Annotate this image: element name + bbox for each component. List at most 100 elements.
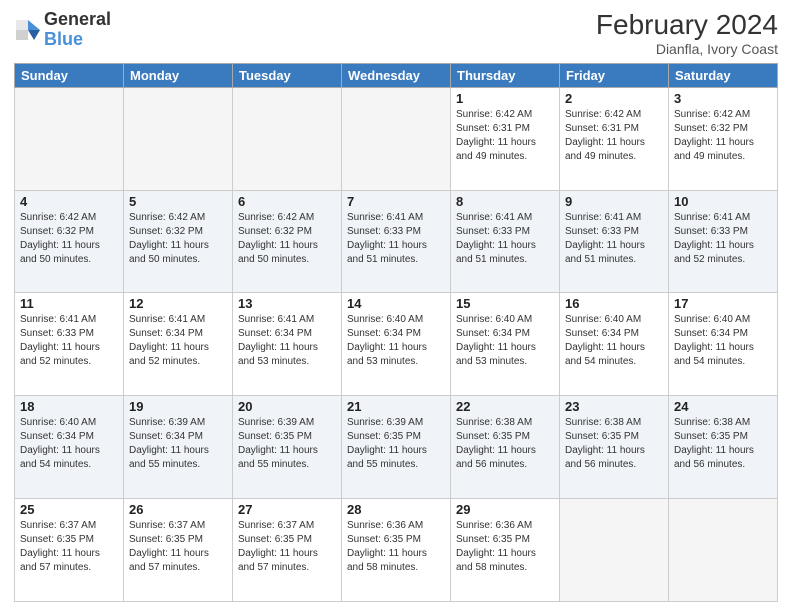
month-year-title: February 2024 — [596, 10, 778, 41]
day-number: 1 — [456, 91, 554, 106]
table-row: 25Sunrise: 6:37 AM Sunset: 6:35 PM Dayli… — [15, 499, 124, 602]
day-number: 14 — [347, 296, 445, 311]
table-row — [560, 499, 669, 602]
day-info: Sunrise: 6:39 AM Sunset: 6:35 PM Dayligh… — [347, 416, 445, 472]
table-row: 17Sunrise: 6:40 AM Sunset: 6:34 PM Dayli… — [669, 293, 778, 396]
day-info: Sunrise: 6:42 AM Sunset: 6:31 PM Dayligh… — [456, 108, 554, 164]
day-number: 13 — [238, 296, 336, 311]
day-number: 15 — [456, 296, 554, 311]
day-info: Sunrise: 6:39 AM Sunset: 6:35 PM Dayligh… — [238, 416, 336, 472]
day-info: Sunrise: 6:38 AM Sunset: 6:35 PM Dayligh… — [456, 416, 554, 472]
table-row: 1 Sunrise: 6:42 AM Sunset: 6:31 PM Daylig… — [451, 87, 560, 190]
logo: General Blue — [14, 10, 111, 50]
calendar-week-row: 4 Sunrise: 6:42 AM Sunset: 6:32 PM Daylig… — [15, 190, 778, 293]
calendar-week-row: 11 Sunrise: 6:41 AM Sunset: 6:33 PM Dayli… — [15, 293, 778, 396]
day-info: Sunrise: 6:38 AM Sunset: 6:35 PM Dayligh… — [565, 416, 663, 472]
day-info: Sunrise: 6:41 AM Sunset: 6:34 PM Dayligh… — [238, 313, 336, 369]
col-saturday: Saturday — [669, 63, 778, 87]
table-row: 6 Sunrise: 6:42 AM Sunset: 6:32 PM Daylig… — [233, 190, 342, 293]
day-info: Sunrise: 6:39 AM Sunset: 6:34 PM Dayligh… — [129, 416, 227, 472]
table-row: 12 Sunrise: 6:41 AM Sunset: 6:34 PM Dayli… — [124, 293, 233, 396]
day-number: 3 — [674, 91, 772, 106]
day-info: Sunrise: 6:42 AM Sunset: 6:32 PM Dayligh… — [129, 211, 227, 267]
day-info: Sunrise: 6:41 AM Sunset: 6:34 PM Dayligh… — [129, 313, 227, 369]
table-row: 11 Sunrise: 6:41 AM Sunset: 6:33 PM Dayli… — [15, 293, 124, 396]
logo-text: General Blue — [44, 10, 111, 50]
day-number: 5 — [129, 194, 227, 209]
logo-general-text: General — [44, 10, 111, 30]
day-info: Sunrise: 6:42 AM Sunset: 6:31 PM Dayligh… — [565, 108, 663, 164]
table-row — [669, 499, 778, 602]
day-info: Sunrise: 6:40 AM Sunset: 6:34 PM Dayligh… — [565, 313, 663, 369]
day-number: 28 — [347, 502, 445, 517]
logo-icon — [14, 16, 42, 44]
col-tuesday: Tuesday — [233, 63, 342, 87]
day-number: 2 — [565, 91, 663, 106]
day-info: Sunrise: 6:42 AM Sunset: 6:32 PM Dayligh… — [674, 108, 772, 164]
col-sunday: Sunday — [15, 63, 124, 87]
day-info: Sunrise: 6:40 AM Sunset: 6:34 PM Dayligh… — [20, 416, 118, 472]
table-row: 28 Sunrise: 6:36 AM Sunset: 6:35 PM Dayli… — [342, 499, 451, 602]
table-row: 5 Sunrise: 6:42 AM Sunset: 6:32 PM Daylig… — [124, 190, 233, 293]
day-info: Sunrise: 6:37 AM Sunset: 6:35 PM Dayligh… — [20, 519, 118, 575]
day-info: Sunrise: 6:37 AM Sunset: 6:35 PM Dayligh… — [238, 519, 336, 575]
calendar-header-row: Sunday Monday Tuesday Wednesday Thursday… — [15, 63, 778, 87]
table-row: 2 Sunrise: 6:42 AM Sunset: 6:31 PM Daylig… — [560, 87, 669, 190]
table-row: 19 Sunrise: 6:39 AM Sunset: 6:34 PM Dayli… — [124, 396, 233, 499]
calendar-week-row: 18 Sunrise: 6:40 AM Sunset: 6:34 PM Dayli… — [15, 396, 778, 499]
day-number: 23 — [565, 399, 663, 414]
day-info: Sunrise: 6:42 AM Sunset: 6:32 PM Dayligh… — [238, 211, 336, 267]
day-number: 6 — [238, 194, 336, 209]
table-row: 10 Sunrise: 6:41 AM Sunset: 6:33 PM Dayli… — [669, 190, 778, 293]
day-info: Sunrise: 6:40 AM Sunset: 6:34 PM Dayligh… — [456, 313, 554, 369]
table-row: 14 Sunrise: 6:40 AM Sunset: 6:34 PM Dayli… — [342, 293, 451, 396]
day-number: 11 — [20, 296, 118, 311]
table-row: 20 Sunrise: 6:39 AM Sunset: 6:35 PM Dayli… — [233, 396, 342, 499]
table-row: 7 Sunrise: 6:41 AM Sunset: 6:33 PM Daylig… — [342, 190, 451, 293]
table-row — [124, 87, 233, 190]
day-info: Sunrise: 6:41 AM Sunset: 6:33 PM Dayligh… — [347, 211, 445, 267]
day-info: Sunrise: 6:41 AM Sunset: 6:33 PM Dayligh… — [565, 211, 663, 267]
logo-blue-text: Blue — [44, 30, 111, 50]
day-number: 12 — [129, 296, 227, 311]
table-row: 18 Sunrise: 6:40 AM Sunset: 6:34 PM Dayli… — [15, 396, 124, 499]
col-wednesday: Wednesday — [342, 63, 451, 87]
day-info: Sunrise: 6:40 AM Sunset: 6:34 PM Dayligh… — [347, 313, 445, 369]
day-number: 16 — [565, 296, 663, 311]
table-row: 23 Sunrise: 6:38 AM Sunset: 6:35 PM Dayli… — [560, 396, 669, 499]
table-row — [233, 87, 342, 190]
table-row — [15, 87, 124, 190]
table-row: 16 Sunrise: 6:40 AM Sunset: 6:34 PM Dayli… — [560, 293, 669, 396]
table-row: 9Sunrise: 6:41 AM Sunset: 6:33 PM Daylig… — [560, 190, 669, 293]
day-number: 22 — [456, 399, 554, 414]
calendar-week-row: 25Sunrise: 6:37 AM Sunset: 6:35 PM Dayli… — [15, 499, 778, 602]
table-row: 24Sunrise: 6:38 AM Sunset: 6:35 PM Dayli… — [669, 396, 778, 499]
day-info: Sunrise: 6:36 AM Sunset: 6:35 PM Dayligh… — [456, 519, 554, 575]
day-info: Sunrise: 6:36 AM Sunset: 6:35 PM Dayligh… — [347, 519, 445, 575]
day-info: Sunrise: 6:42 AM Sunset: 6:32 PM Dayligh… — [20, 211, 118, 267]
day-number: 20 — [238, 399, 336, 414]
col-friday: Friday — [560, 63, 669, 87]
day-number: 27 — [238, 502, 336, 517]
header: General Blue February 2024 Dianfla, Ivor… — [14, 10, 778, 57]
day-number: 19 — [129, 399, 227, 414]
day-number: 21 — [347, 399, 445, 414]
day-info: Sunrise: 6:37 AM Sunset: 6:35 PM Dayligh… — [129, 519, 227, 575]
day-number: 24 — [674, 399, 772, 414]
table-row: 8Sunrise: 6:41 AM Sunset: 6:33 PM Daylig… — [451, 190, 560, 293]
day-number: 7 — [347, 194, 445, 209]
col-thursday: Thursday — [451, 63, 560, 87]
day-number: 29 — [456, 502, 554, 517]
location-subtitle: Dianfla, Ivory Coast — [596, 41, 778, 57]
day-number: 4 — [20, 194, 118, 209]
table-row — [342, 87, 451, 190]
page: General Blue February 2024 Dianfla, Ivor… — [0, 0, 792, 612]
day-number: 26 — [129, 502, 227, 517]
day-number: 10 — [674, 194, 772, 209]
day-number: 18 — [20, 399, 118, 414]
header-right: February 2024 Dianfla, Ivory Coast — [596, 10, 778, 57]
day-info: Sunrise: 6:40 AM Sunset: 6:34 PM Dayligh… — [674, 313, 772, 369]
day-info: Sunrise: 6:41 AM Sunset: 6:33 PM Dayligh… — [674, 211, 772, 267]
day-info: Sunrise: 6:41 AM Sunset: 6:33 PM Dayligh… — [20, 313, 118, 369]
table-row: 13 Sunrise: 6:41 AM Sunset: 6:34 PM Dayli… — [233, 293, 342, 396]
